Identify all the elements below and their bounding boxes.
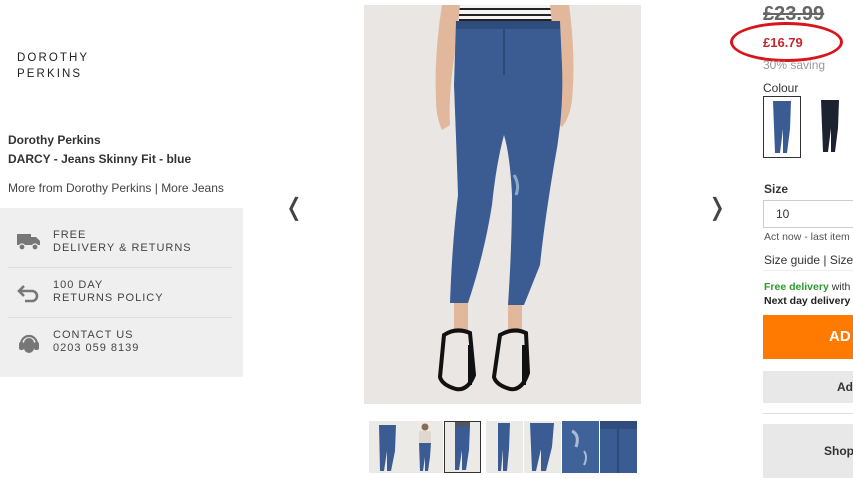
add-to-bag-button[interactable]: AD: [763, 315, 853, 359]
free-delivery-label: Free delivery: [764, 281, 829, 293]
previous-image-arrow[interactable]: ❬: [284, 196, 304, 220]
service-returns[interactable]: 100 DAY RETURNS POLICY: [8, 267, 232, 318]
more-links: More from Dorothy Perkins | More Jeans: [8, 181, 224, 195]
add-to-wishlist-button[interactable]: Ad: [763, 371, 853, 403]
service-line2: 0203 059 8139: [53, 341, 140, 354]
thumbnail-7[interactable]: [600, 421, 637, 473]
size-label: Size: [764, 182, 789, 196]
divider: [763, 413, 853, 414]
service-contact[interactable]: CONTACT US 0203 059 8139: [8, 317, 232, 367]
thumbnail-6[interactable]: [562, 421, 599, 473]
service-free-delivery[interactable]: FREE DELIVERY & RETURNS: [8, 217, 232, 268]
colour-label: Colour: [763, 81, 799, 95]
brand-logo[interactable]: DOROTHY PERKINS: [17, 50, 89, 82]
service-line1: FREE: [53, 229, 87, 241]
colour-swatch-black[interactable]: [811, 96, 849, 158]
shop-button[interactable]: Shop: [763, 424, 853, 478]
size-links: Size guide | Size: [764, 253, 853, 267]
more-category-link[interactable]: More Jeans: [161, 181, 224, 195]
size-select[interactable]: 10: [763, 200, 853, 228]
service-line2: RETURNS POLICY: [53, 291, 164, 304]
main-product-image[interactable]: [364, 5, 641, 404]
stock-note: Act now - last item: [764, 231, 850, 243]
free-delivery-rest: with: [831, 281, 851, 293]
thumbnail-3-selected[interactable]: [444, 421, 481, 473]
service-line2: DELIVERY & RETURNS: [53, 241, 192, 254]
service-line1: 100 DAY: [53, 279, 104, 291]
saving-text: 30% saving: [763, 58, 826, 72]
service-line1: CONTACT US: [53, 329, 134, 341]
thumbnail-1[interactable]: [369, 421, 406, 473]
free-delivery-line: Free delivery with: [764, 281, 850, 293]
service-info-box: FREE DELIVERY & RETURNS 100 DAY RETURNS …: [0, 208, 243, 377]
thumbnail-4[interactable]: [486, 421, 523, 473]
colour-swatch-blue[interactable]: [763, 96, 801, 158]
service-text: 100 DAY RETURNS POLICY: [53, 279, 164, 304]
brand-logo-line1: DOROTHY: [17, 52, 90, 64]
divider: [763, 270, 853, 271]
next-day-delivery: Next day delivery: [764, 295, 851, 307]
service-text: FREE DELIVERY & RETURNS: [53, 229, 192, 254]
size-guide-link[interactable]: Size guide: [764, 253, 820, 267]
thumbnail-5[interactable]: [524, 421, 561, 473]
return-arrow-icon: [16, 281, 42, 303]
size-link[interactable]: Size: [830, 253, 853, 267]
product-brand: Dorothy Perkins: [8, 133, 101, 147]
truck-icon: [16, 231, 42, 253]
brand-logo-line2: PERKINS: [17, 68, 83, 80]
sale-price-highlight-ring: [730, 22, 843, 62]
link-separator: |: [154, 181, 158, 195]
service-text: CONTACT US 0203 059 8139: [53, 329, 139, 354]
product-title: DARCY - Jeans Skinny Fit - blue: [8, 152, 192, 166]
thumbnail-2[interactable]: [406, 421, 443, 473]
link-separator: |: [823, 253, 827, 267]
headset-icon: [16, 331, 42, 353]
next-image-arrow[interactable]: ❭: [707, 196, 727, 220]
more-from-brand-link[interactable]: More from Dorothy Perkins: [8, 181, 151, 195]
